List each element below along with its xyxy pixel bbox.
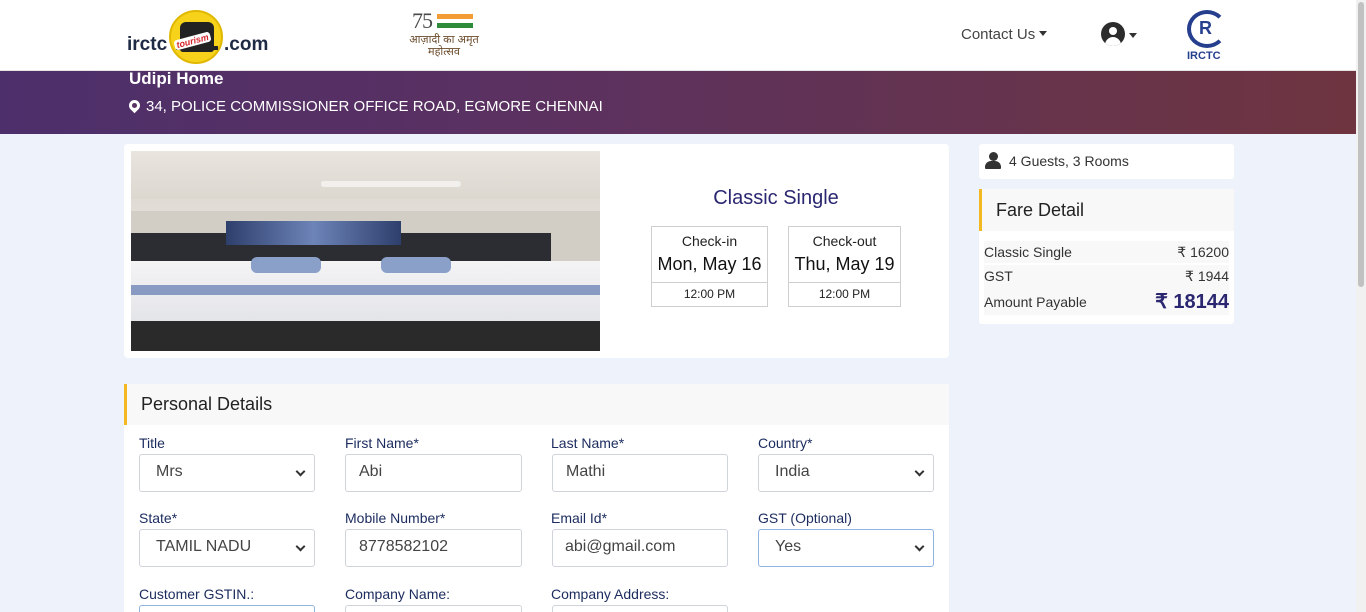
room-summary-card: Classic Single Check-in Mon, May 16 12:0… [124, 144, 949, 358]
company-name-field[interactable] [345, 605, 522, 612]
train-logo-icon: tourism [169, 10, 223, 64]
gst-select[interactable]: Yes [758, 529, 934, 567]
chevron-down-icon [914, 541, 925, 552]
irctc-logo[interactable]: R IRCTC [1184, 8, 1230, 64]
hotel-address: 34, POLICE COMMISSIONER OFFICE ROAD, EGM… [126, 97, 603, 115]
email-value: abi@gmail.com [565, 538, 676, 555]
scrollbar-thumb[interactable] [1358, 2, 1364, 287]
personal-details-card: Personal Details Title Mrs First Name* A… [124, 384, 949, 612]
logo-text-right: .com [224, 34, 269, 55]
mobile-number-label: Mobile Number* [345, 510, 446, 526]
gst-value: Yes [775, 538, 802, 555]
state-select[interactable]: TAMIL NADU [139, 529, 315, 567]
fare-detail-header: Fare Detail [979, 189, 1234, 231]
fare-row-label: Classic Single [984, 244, 1072, 260]
last-name-label: Last Name* [551, 435, 625, 451]
azadi-75-text: 75 [412, 8, 433, 33]
title-select[interactable]: Mrs [139, 454, 315, 492]
irctc-tourism-logo[interactable]: irctc tourism .com [127, 8, 272, 64]
hotel-address-text: 34, POLICE COMMISSIONER OFFICE ROAD, EGM… [146, 98, 603, 115]
room-photo [131, 151, 600, 351]
company-address-field[interactable] [552, 605, 728, 612]
user-account-dropdown[interactable] [1101, 22, 1141, 48]
company-address-label: Company Address: [551, 586, 670, 602]
first-name-value: Abi [359, 463, 383, 480]
hotel-banner: Udipi Home 34, POLICE COMMISSIONER OFFIC… [0, 69, 1356, 134]
country-select[interactable]: India [758, 454, 934, 492]
title-label: Title [139, 435, 165, 451]
customer-gstin-label: Customer GSTIN.: [139, 586, 255, 602]
last-name-value: Mathi [566, 463, 606, 480]
fare-row-value: ₹ 16200 [1177, 244, 1229, 260]
checkout-time: 12:00 PM [789, 282, 900, 306]
indian-flag-icon [437, 14, 473, 28]
state-label: State* [139, 510, 178, 526]
state-value: TAMIL NADU [156, 538, 252, 555]
logo-text-left: irctc [127, 34, 168, 55]
chevron-down-icon [295, 541, 306, 552]
amount-payable-label: Amount Payable [984, 294, 1087, 310]
chevron-down-icon [295, 466, 306, 477]
gst-label: GST (Optional) [758, 510, 852, 526]
amount-payable-row: Amount Payable ₹ 18144 [984, 287, 1229, 315]
guests-summary-text: 4 Guests, 3 Rooms [1009, 153, 1129, 169]
country-label: Country* [758, 435, 813, 451]
amount-payable-value: ₹ 18144 [1155, 291, 1229, 313]
azadi-hindi-text: आज़ादी का अमृत महोत्सव [409, 34, 479, 58]
fare-row: Classic Single ₹ 16200 [984, 241, 1229, 263]
first-name-label: First Name* [345, 435, 419, 451]
checkout-box: Check-out Thu, May 19 12:00 PM [788, 226, 901, 307]
mobile-number-value: 8778582102 [359, 538, 448, 555]
country-value: India [775, 463, 810, 480]
checkin-date: Mon, May 16 [657, 254, 762, 274]
last-name-field[interactable]: Mathi [552, 454, 728, 492]
title-value: Mrs [156, 463, 183, 480]
checkin-label: Check-in [681, 233, 738, 249]
checkout-label: Check-out [812, 233, 877, 249]
customer-gstin-field[interactable] [139, 605, 315, 612]
contact-us-dropdown[interactable]: Contact Us [961, 26, 1048, 43]
room-type-title: Classic Single [713, 187, 839, 209]
mobile-number-field[interactable]: 8778582102 [345, 529, 522, 567]
fare-row-value: ₹ 1944 [1185, 268, 1229, 284]
guests-summary-card: 4 Guests, 3 Rooms [979, 144, 1234, 179]
page-scrollbar[interactable] [1356, 0, 1366, 612]
personal-details-title: Personal Details [141, 394, 273, 414]
user-circle-icon [1101, 22, 1125, 46]
checkin-time: 12:00 PM [652, 282, 767, 306]
fare-detail-title: Fare Detail [996, 200, 1085, 220]
fare-detail-card: Fare Detail Classic Single ₹ 16200 GST ₹… [979, 189, 1234, 324]
irctc-logo-label: IRCTC [1187, 50, 1221, 62]
personal-details-header: Personal Details [124, 384, 949, 425]
hotel-name: Udipi Home [129, 69, 224, 88]
first-name-field[interactable]: Abi [345, 454, 522, 492]
email-field[interactable]: abi@gmail.com [552, 529, 728, 567]
contact-us-label: Contact Us [961, 26, 1036, 43]
top-navbar: irctc tourism .com 75 आज़ादी का अमृत महो… [0, 0, 1356, 71]
chevron-down-icon [914, 466, 925, 477]
checkin-box: Check-in Mon, May 16 12:00 PM [651, 226, 768, 307]
checkout-date: Thu, May 19 [794, 254, 895, 274]
map-marker-icon [126, 97, 143, 114]
email-label: Email Id* [551, 510, 608, 526]
azadi-ka-amrit-mahotsav-logo: 75 आज़ादी का अमृत महोत्सव [404, 8, 484, 60]
caret-down-icon [1039, 31, 1048, 36]
fare-row: GST ₹ 1944 [984, 265, 1229, 287]
fare-row-label: GST [984, 268, 1013, 284]
user-icon [985, 152, 1001, 169]
caret-down-icon [1129, 33, 1137, 38]
company-name-label: Company Name: [345, 586, 451, 602]
